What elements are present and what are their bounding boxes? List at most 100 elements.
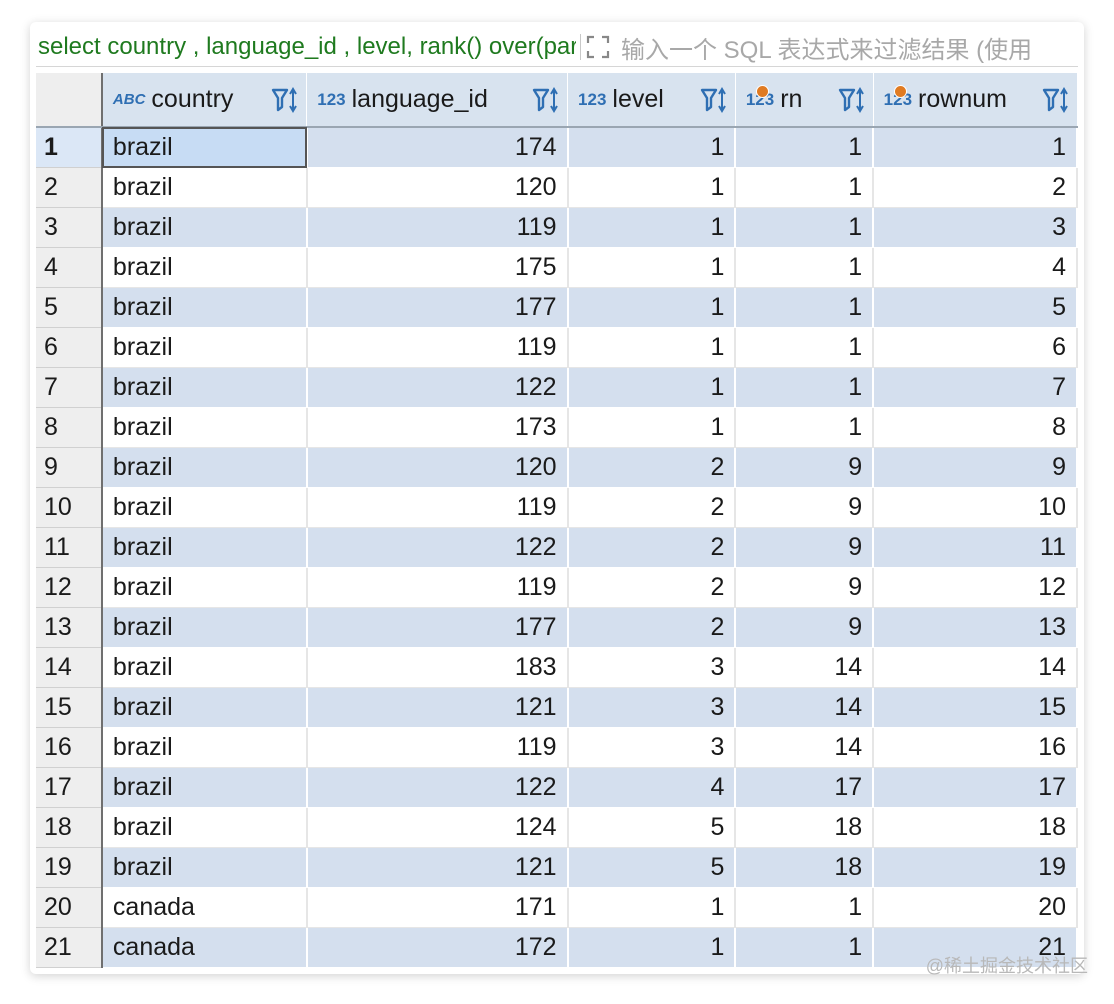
filter-sort-icon[interactable] [1041, 85, 1071, 115]
cell-level[interactable]: 2 [567, 607, 737, 648]
cell-level[interactable]: 1 [567, 327, 737, 368]
cell-rownum[interactable]: 8 [873, 407, 1078, 448]
cell-level[interactable]: 1 [567, 927, 737, 968]
cell-rn[interactable]: 1 [735, 927, 875, 968]
cell-rn[interactable]: 9 [735, 527, 875, 568]
row-number[interactable]: 2 [36, 167, 103, 208]
table-row[interactable]: 19 brazil 121 5 18 19 [36, 847, 1078, 888]
table-row[interactable]: 4 brazil 175 1 1 4 [36, 247, 1078, 288]
cell-rownum[interactable]: 12 [873, 567, 1078, 608]
expand-icon[interactable] [585, 34, 611, 60]
row-number[interactable]: 19 [36, 847, 103, 888]
row-number[interactable]: 7 [36, 367, 103, 408]
cell-level[interactable]: 2 [567, 527, 737, 568]
table-row[interactable]: 8 brazil 173 1 1 8 [36, 407, 1078, 448]
cell-rn[interactable]: 9 [735, 447, 875, 488]
cell-language_id[interactable]: 119 [306, 487, 569, 528]
row-number[interactable]: 13 [36, 607, 103, 648]
cell-language_id[interactable]: 122 [306, 767, 569, 808]
row-number[interactable]: 20 [36, 887, 103, 928]
cell-level[interactable]: 2 [567, 567, 737, 608]
cell-language_id[interactable]: 121 [306, 687, 569, 728]
row-number[interactable]: 6 [36, 327, 103, 368]
cell-rownum[interactable]: 20 [873, 887, 1078, 928]
cell-rownum[interactable]: 6 [873, 327, 1078, 368]
table-row[interactable]: 6 brazil 119 1 1 6 [36, 327, 1078, 368]
row-number[interactable]: 12 [36, 567, 103, 608]
filter-sort-icon[interactable] [699, 85, 729, 115]
row-number[interactable]: 5 [36, 287, 103, 328]
cell-level[interactable]: 5 [567, 807, 737, 848]
table-row[interactable]: 7 brazil 122 1 1 7 [36, 367, 1078, 408]
cell-rn[interactable]: 1 [735, 247, 875, 288]
cell-language_id[interactable]: 183 [306, 647, 569, 688]
cell-language_id[interactable]: 124 [306, 807, 569, 848]
cell-country[interactable]: brazil [101, 807, 308, 848]
cell-country[interactable]: canada [101, 887, 308, 928]
row-number[interactable]: 1 [36, 127, 103, 168]
cell-country[interactable]: brazil [101, 367, 308, 408]
cell-level[interactable]: 2 [567, 487, 737, 528]
table-row[interactable]: 13 brazil 177 2 9 13 [36, 607, 1078, 648]
cell-rownum[interactable]: 4 [873, 247, 1078, 288]
cell-country[interactable]: brazil [101, 487, 308, 528]
row-number[interactable]: 18 [36, 807, 103, 848]
cell-rn[interactable]: 1 [735, 887, 875, 928]
cell-language_id[interactable]: 119 [306, 727, 569, 768]
cell-country[interactable]: brazil [101, 647, 308, 688]
cell-country[interactable]: brazil [101, 687, 308, 728]
cell-language_id[interactable]: 120 [306, 447, 569, 488]
cell-country[interactable]: brazil [101, 767, 308, 808]
cell-rownum[interactable]: 1 [873, 127, 1078, 168]
cell-language_id[interactable]: 119 [306, 207, 569, 248]
column-header-1[interactable]: 123 language_id [306, 73, 569, 128]
cell-rn[interactable]: 1 [735, 407, 875, 448]
cell-country[interactable]: brazil [101, 127, 308, 168]
table-row[interactable]: 21 canada 172 1 1 21 [36, 927, 1078, 968]
cell-language_id[interactable]: 122 [306, 367, 569, 408]
table-row[interactable]: 14 brazil 183 3 14 14 [36, 647, 1078, 688]
cell-language_id[interactable]: 177 [306, 607, 569, 648]
cell-rn[interactable]: 1 [735, 167, 875, 208]
cell-rn[interactable]: 9 [735, 567, 875, 608]
cell-level[interactable]: 1 [567, 407, 737, 448]
cell-country[interactable]: brazil [101, 527, 308, 568]
row-number[interactable]: 4 [36, 247, 103, 288]
cell-level[interactable]: 5 [567, 847, 737, 888]
cell-level[interactable]: 1 [567, 207, 737, 248]
cell-country[interactable]: brazil [101, 567, 308, 608]
cell-language_id[interactable]: 119 [306, 567, 569, 608]
table-row[interactable]: 12 brazil 119 2 9 12 [36, 567, 1078, 608]
cell-rn[interactable]: 1 [735, 367, 875, 408]
cell-country[interactable]: brazil [101, 247, 308, 288]
row-number[interactable]: 17 [36, 767, 103, 808]
table-row[interactable]: 18 brazil 124 5 18 18 [36, 807, 1078, 848]
table-row[interactable]: 5 brazil 177 1 1 5 [36, 287, 1078, 328]
cell-rn[interactable]: 18 [735, 847, 875, 888]
cell-language_id[interactable]: 173 [306, 407, 569, 448]
cell-country[interactable]: brazil [101, 847, 308, 888]
column-header-0[interactable]: ABC country [101, 73, 308, 128]
cell-language_id[interactable]: 177 [306, 287, 569, 328]
cell-rn[interactable]: 9 [735, 607, 875, 648]
cell-rownum[interactable]: 10 [873, 487, 1078, 528]
cell-rn[interactable]: 1 [735, 327, 875, 368]
cell-language_id[interactable]: 120 [306, 167, 569, 208]
table-row[interactable]: 1 brazil 174 1 1 1 [36, 127, 1078, 168]
cell-rownum[interactable]: 17 [873, 767, 1078, 808]
cell-rownum[interactable]: 11 [873, 527, 1078, 568]
cell-country[interactable]: brazil [101, 207, 308, 248]
cell-level[interactable]: 1 [567, 367, 737, 408]
table-row[interactable]: 10 brazil 119 2 9 10 [36, 487, 1078, 528]
cell-level[interactable]: 3 [567, 687, 737, 728]
cell-country[interactable]: brazil [101, 447, 308, 488]
cell-rn[interactable]: 14 [735, 727, 875, 768]
cell-rownum[interactable]: 16 [873, 727, 1078, 768]
table-row[interactable]: 20 canada 171 1 1 20 [36, 887, 1078, 928]
cell-rownum[interactable]: 18 [873, 807, 1078, 848]
cell-rownum[interactable]: 19 [873, 847, 1078, 888]
row-number[interactable]: 11 [36, 527, 103, 568]
cell-language_id[interactable]: 119 [306, 327, 569, 368]
row-number[interactable]: 21 [36, 927, 103, 968]
sql-query-text[interactable]: select country , language_id , level, ra… [36, 33, 576, 61]
